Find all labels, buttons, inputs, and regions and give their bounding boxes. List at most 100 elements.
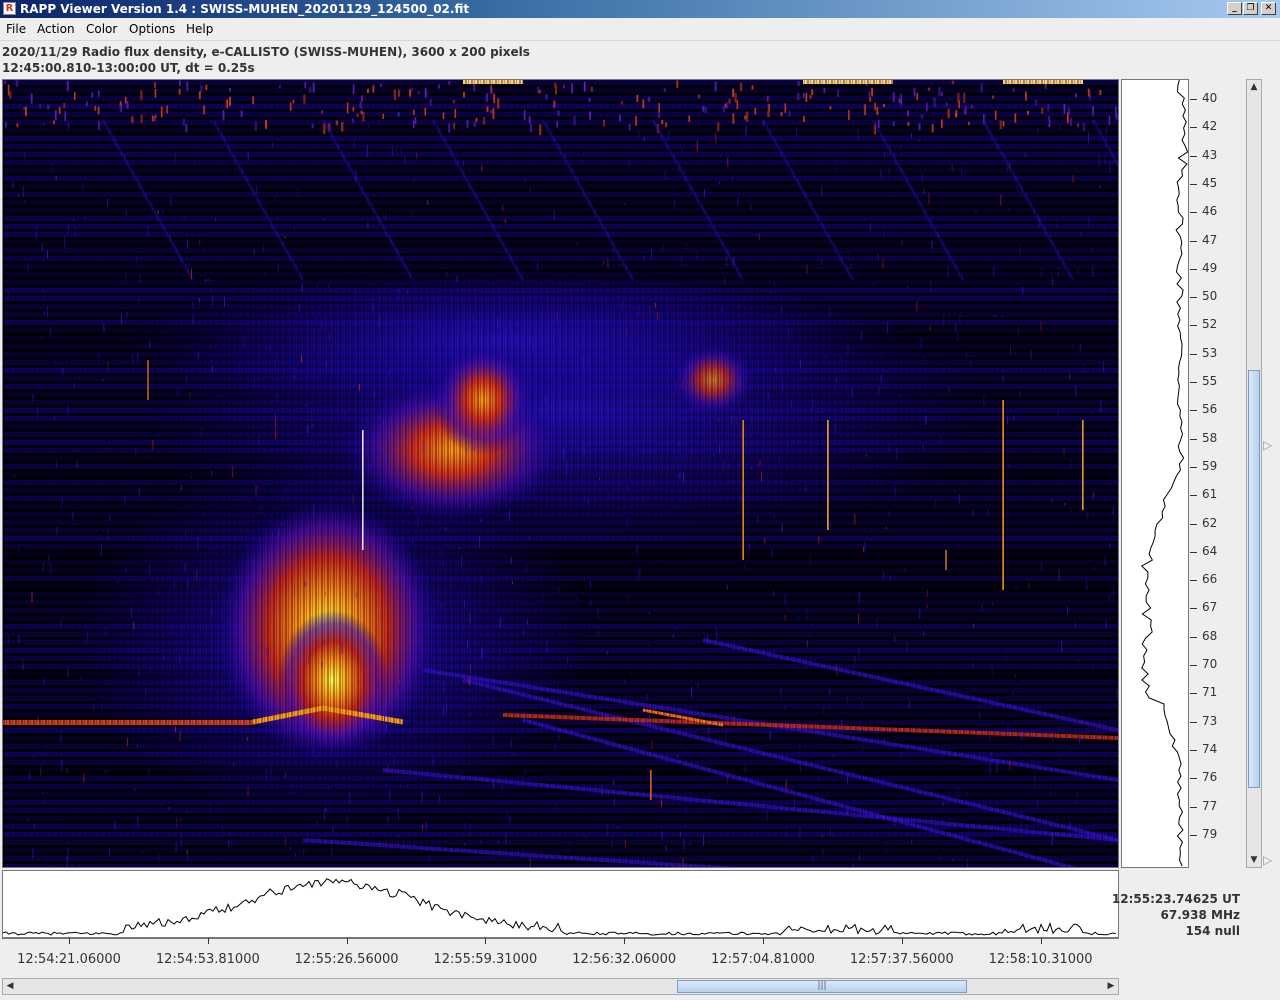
- cursor-frequency-readout: 67.938 MHz: [1160, 908, 1240, 922]
- menu-color[interactable]: Color: [86, 22, 117, 36]
- menu-help[interactable]: Help: [186, 22, 213, 36]
- time-tick-label: 12:54:53.81000: [155, 952, 260, 967]
- frequency-tick-label: 77: [1202, 798, 1218, 813]
- time-tick: [1040, 938, 1042, 944]
- frequency-tick: [1190, 382, 1197, 383]
- menu-action[interactable]: Action: [37, 22, 75, 36]
- frequency-tick: [1190, 834, 1197, 836]
- time-tick: [763, 938, 764, 944]
- frequency-tick-label: 59: [1202, 458, 1218, 473]
- frequency-tick-label: 55: [1202, 374, 1218, 388]
- frequency-tick: [1190, 353, 1197, 355]
- time-tick-label: 12:57:37.56000: [849, 952, 954, 967]
- arrow-right-icon[interactable]: ▶: [1104, 980, 1118, 993]
- frequency-tick: [1190, 806, 1197, 808]
- frequency-tick-label: 74: [1202, 741, 1218, 756]
- rapp-app-icon: R: [3, 2, 16, 15]
- frequency-tick-label: 66: [1202, 572, 1218, 587]
- frequency-tick: [1190, 268, 1197, 270]
- frequency-tick: [1190, 297, 1197, 299]
- frequency-tick-label: 76: [1202, 770, 1218, 785]
- frequency-tick-label: 79: [1202, 826, 1218, 841]
- frequency-tick: [1190, 99, 1197, 100]
- frequency-tick: [1190, 240, 1197, 242]
- frequency-tick-label: 50: [1202, 289, 1218, 304]
- close-button[interactable]: ✕: [1261, 2, 1276, 15]
- frequency-tick: [1190, 551, 1197, 553]
- time-tick-label: 12:55:26.56000: [294, 952, 399, 967]
- frequency-tick-label: 68: [1202, 628, 1218, 643]
- frequency-tick-label: 58: [1202, 430, 1218, 445]
- frequency-tick: [1190, 155, 1197, 157]
- cursor-value-readout: 154 null: [1185, 924, 1240, 938]
- spectrogram-image: [3, 80, 1118, 867]
- arrow-up-icon[interactable]: ▲: [1247, 80, 1261, 94]
- info-line-time: 12:45:00.810-13:00:00 UT, dt = 0.25s: [2, 61, 255, 75]
- time-tick-label: 12:58:10.31000: [988, 952, 1093, 967]
- arrow-left-icon[interactable]: ◀: [3, 980, 17, 993]
- frequency-tick-label: 56: [1202, 402, 1218, 417]
- frequency-tick: [1190, 749, 1197, 751]
- info-line-header: 2020/11/29 Radio flux density, e-CALLIST…: [2, 45, 530, 59]
- spectrogram-plot[interactable]: [2, 79, 1119, 868]
- frequency-slider-bottom-handle[interactable]: ▷: [1263, 854, 1275, 866]
- horizontal-scroll-thumb[interactable]: |||: [677, 980, 967, 993]
- time-tick-label: 12:55:59.31000: [433, 952, 538, 967]
- time-axis: 12:54:21.06000 12:54:53.81000 12:55:26.560…: [2, 938, 1119, 974]
- frequency-tick: [1190, 523, 1197, 525]
- horizontal-scrollbar[interactable]: ◀ ||| ▶: [2, 978, 1119, 995]
- frequency-tick-label: 61: [1202, 487, 1218, 502]
- frequency-axis: 40 42 43 45 46 47 49 50 52 53 55 56 58 59 61 62 64 66 67 68…: [1190, 79, 1240, 868]
- cursor-time-readout: 12:55:23.74625 UT: [1111, 892, 1240, 906]
- frequency-tick-label: 71: [1202, 685, 1218, 700]
- frequency-slider-handle[interactable]: ▷: [1263, 439, 1275, 451]
- window-title: RAPP Viewer Version 1.4 : SWISS-MUHEN_20…: [20, 2, 470, 16]
- arrow-down-icon[interactable]: ▼: [1247, 853, 1261, 867]
- restore-button[interactable]: ❐: [1243, 2, 1258, 15]
- frequency-tick: [1190, 212, 1197, 214]
- menu-options[interactable]: Options: [129, 22, 175, 36]
- time-tick: [485, 938, 487, 944]
- frequency-tick-label: 64: [1202, 543, 1218, 558]
- time-tick-label: 12:57:04.81000: [711, 952, 815, 967]
- frequency-tick-label: 45: [1202, 175, 1218, 190]
- frequency-tick: [1190, 665, 1197, 666]
- frequency-tick: [1190, 325, 1197, 327]
- time-tick: [346, 938, 348, 944]
- frequency-tick-label: 70: [1202, 657, 1218, 671]
- menu-bar: File Action Color Options Help: [0, 19, 1280, 41]
- frequency-tick-label: 62: [1202, 515, 1218, 530]
- window-titlebar: R RAPP Viewer Version 1.4 : SWISS-MUHEN_…: [0, 0, 1280, 18]
- frequency-tick-label: 67: [1202, 600, 1218, 615]
- frequency-tick: [1190, 778, 1197, 780]
- frequency-tick: [1190, 580, 1197, 582]
- time-tick: [69, 938, 70, 944]
- frequency-tick: [1190, 693, 1197, 695]
- frequency-tick: [1190, 721, 1197, 723]
- frequency-tick: [1190, 183, 1197, 185]
- time-tick: [901, 938, 903, 944]
- time-tick-label: 12:54:21.06000: [17, 952, 121, 967]
- menu-file[interactable]: File: [6, 22, 26, 36]
- frequency-profile-plot: [1121, 79, 1189, 868]
- frequency-tick: [1190, 636, 1197, 638]
- vertical-scrollbar[interactable]: ▲ ▼: [1246, 79, 1262, 868]
- frequency-tick: [1190, 608, 1197, 610]
- minimize-button[interactable]: _: [1227, 2, 1242, 15]
- frequency-tick-label: 40: [1202, 91, 1218, 105]
- frequency-tick-label: 42: [1202, 119, 1218, 134]
- frequency-tick-label: 53: [1202, 345, 1218, 360]
- frequency-tick: [1190, 438, 1197, 440]
- frequency-tick: [1190, 495, 1197, 497]
- time-tick-label: 12:56:32.06000: [572, 952, 677, 967]
- time-tick: [624, 938, 626, 944]
- frequency-tick-label: 47: [1202, 232, 1218, 247]
- frequency-tick-label: 52: [1202, 317, 1218, 332]
- vertical-scroll-thumb[interactable]: [1248, 370, 1260, 788]
- frequency-tick-label: 73: [1202, 713, 1218, 728]
- time-profile-plot: [2, 870, 1119, 938]
- frequency-tick: [1190, 127, 1197, 129]
- frequency-tick: [1190, 466, 1197, 468]
- frequency-tick-label: 49: [1202, 260, 1218, 275]
- frequency-tick-label: 46: [1202, 204, 1218, 219]
